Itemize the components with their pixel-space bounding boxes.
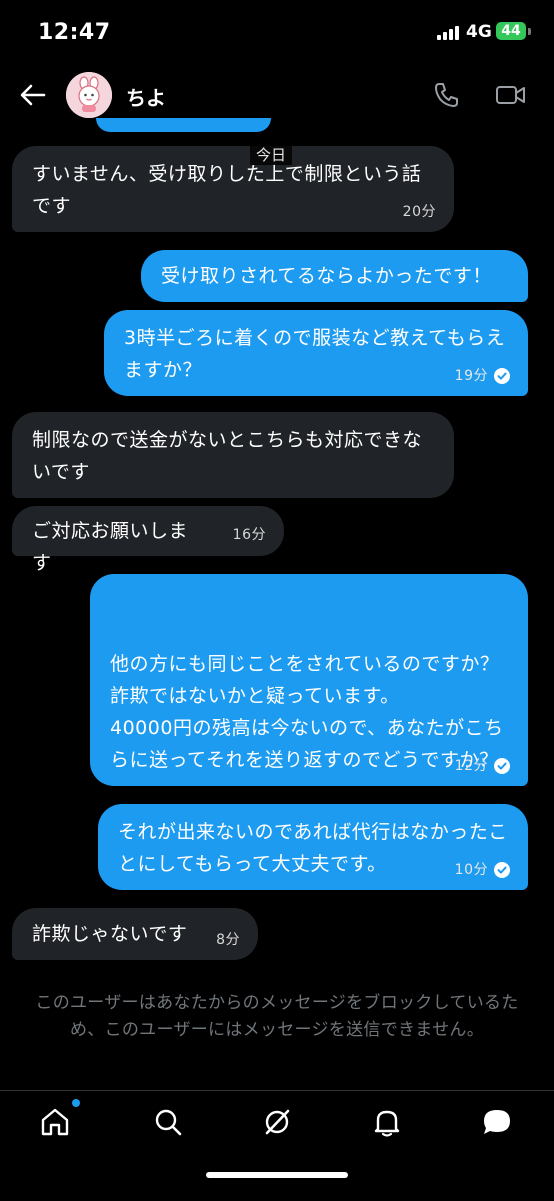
nav-notifications[interactable] (370, 1105, 404, 1139)
avatar-illustration-icon (66, 72, 112, 118)
search-icon (155, 1109, 182, 1136)
message-meta: 20分 (403, 204, 436, 220)
message-text: 受け取りされてるならよかったです！ (161, 265, 492, 287)
conversation-header: ちよ (0, 64, 554, 126)
message-text: ご対応お願いします (32, 520, 189, 574)
battery-tip (528, 28, 531, 35)
read-check-icon (494, 368, 510, 384)
message-bubble-outgoing[interactable]: 受け取りされてるならよかったです！ (141, 250, 528, 302)
contact-name[interactable]: ちよ (126, 82, 166, 111)
battery-level: 44 (501, 23, 521, 39)
message-time: 20分 (402, 204, 436, 220)
notifications-icon (374, 1110, 400, 1137)
status-time: 12:47 (38, 20, 111, 45)
read-check-icon (494, 862, 510, 878)
video-call-button[interactable] (494, 80, 528, 110)
nav-home[interactable] (38, 1105, 72, 1139)
message-text: 3時半ごろに着くので服装など教えてもらえますか？ (124, 327, 506, 381)
arrow-left-icon (20, 84, 46, 106)
battery-icon: 44 (496, 22, 526, 40)
message-bubble-outgoing[interactable]: 他の方にも同じことをされているのですか？ 詐欺ではないかと疑っています。 400… (90, 574, 528, 786)
nav-search[interactable] (151, 1105, 185, 1139)
message-time: 16分 (232, 527, 266, 543)
message-time: 19分 (454, 368, 488, 384)
nav-grok[interactable] (260, 1105, 294, 1139)
grok-icon (265, 1109, 290, 1135)
bottom-nav (0, 1090, 554, 1201)
message-text: それが出来ないのであれば代行はなかったことにしてもらって大丈夫です。 (118, 821, 508, 875)
message-bubble-incoming[interactable]: 詐欺じゃないです 8分 (12, 908, 258, 960)
network-type: 4G (466, 22, 492, 42)
message-bubble-incoming[interactable]: 制限なので送金がないとこちらも対応できないです (12, 412, 454, 498)
call-button[interactable] (432, 80, 462, 110)
message-text: すいません、受け取りした上で制限という話です (32, 163, 422, 217)
home-icon (41, 1108, 69, 1136)
message-time: 8分 (216, 932, 240, 948)
message-time: 12分 (454, 758, 488, 774)
message-text: 詐欺じゃないです (32, 923, 188, 945)
date-separator: 今日 (250, 144, 293, 165)
message-text: 他の方にも同じことをされているのですか？ 詐欺ではないかと疑っています。 400… (110, 653, 504, 771)
message-bubble-outgoing[interactable]: それが出来ないのであれば代行はなかったことにしてもらって大丈夫です。 10分 (98, 804, 528, 890)
messages-icon (484, 1110, 510, 1134)
back-button[interactable] (18, 80, 48, 110)
message-text: 制限なので送金がないとこちらも対応できないです (32, 429, 423, 483)
nav-messages[interactable] (480, 1105, 514, 1139)
signal-icon (437, 26, 459, 40)
message-bubble-incoming[interactable]: ご対応お願いします 16分 (12, 506, 284, 574)
message-meta: 19分 (455, 368, 510, 384)
message-meta: 16分 (233, 527, 266, 543)
blocked-notice: このユーザーはあなたからのメッセージをブロックしているため、このユーザーにはメッ… (35, 993, 519, 1040)
message-bubble-outgoing[interactable]: 3時半ごろに着くので服装など教えてもらえますか？ 19分 (104, 310, 528, 396)
avatar[interactable] (66, 72, 112, 118)
message-meta: 10分 (455, 862, 510, 878)
read-check-icon (494, 758, 510, 774)
message-meta: 12分 (455, 758, 510, 774)
message-time: 10分 (454, 862, 488, 878)
home-indicator (206, 1172, 348, 1178)
message-meta: 8分 (216, 932, 240, 948)
status-bar: 12:47 4G 44 (0, 0, 554, 64)
phone-icon (435, 83, 458, 107)
notification-dot (72, 1099, 80, 1107)
previous-message-bubble (96, 118, 271, 132)
video-camera-icon (496, 86, 525, 104)
message-bubble-incoming[interactable]: すいません、受け取りした上で制限という話です 20分 (12, 146, 454, 232)
